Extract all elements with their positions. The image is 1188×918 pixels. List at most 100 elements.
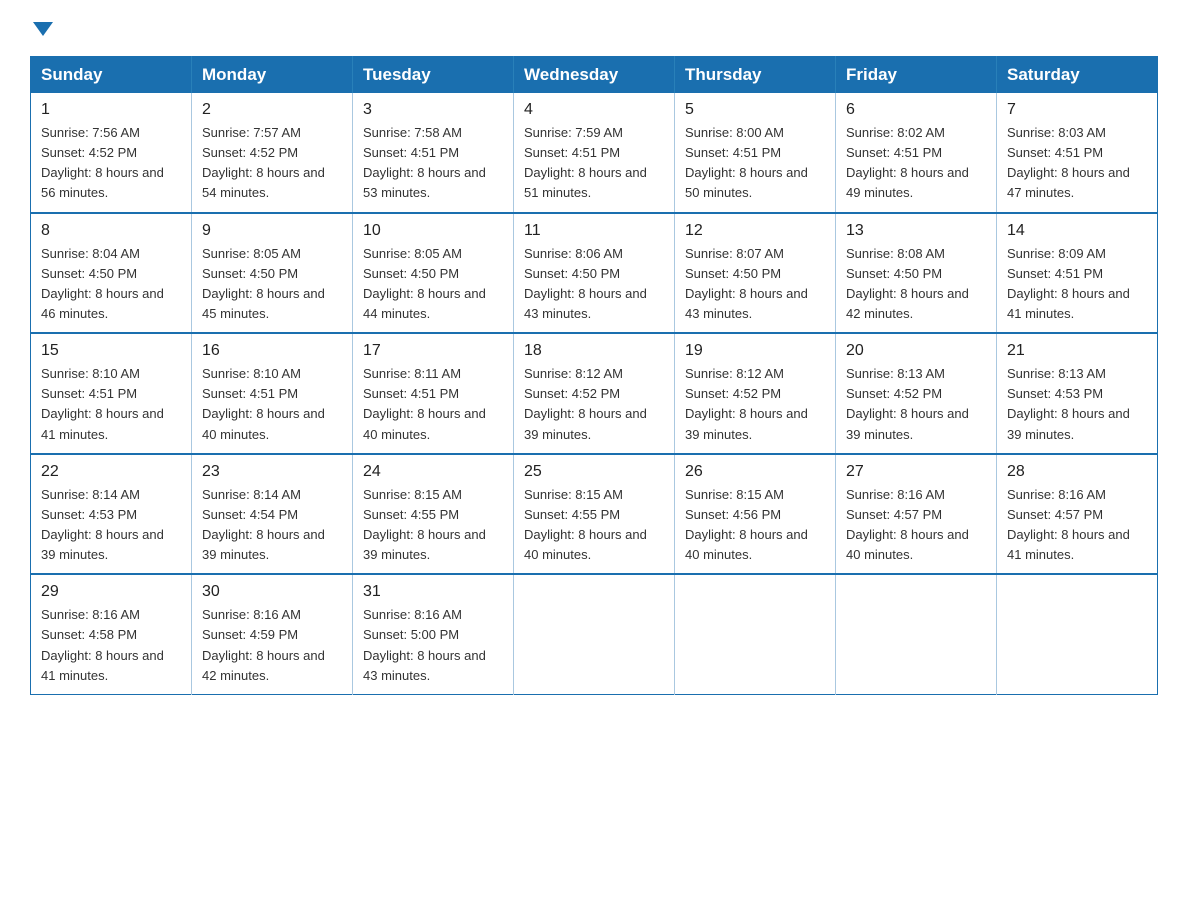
day-info: Sunrise: 8:13 AMSunset: 4:52 PMDaylight:…: [846, 364, 986, 445]
day-info: Sunrise: 8:12 AMSunset: 4:52 PMDaylight:…: [524, 364, 664, 445]
day-number: 22: [41, 463, 181, 481]
day-number: 11: [524, 222, 664, 240]
day-number: 27: [846, 463, 986, 481]
calendar-cell: 29 Sunrise: 8:16 AMSunset: 4:58 PMDaylig…: [31, 574, 192, 694]
day-info: Sunrise: 7:59 AMSunset: 4:51 PMDaylight:…: [524, 123, 664, 204]
logo-triangle-icon: [33, 22, 53, 36]
day-number: 12: [685, 222, 825, 240]
day-info: Sunrise: 8:04 AMSunset: 4:50 PMDaylight:…: [41, 244, 181, 325]
calendar-cell: 3 Sunrise: 7:58 AMSunset: 4:51 PMDayligh…: [353, 93, 514, 213]
day-number: 20: [846, 342, 986, 360]
day-number: 4: [524, 101, 664, 119]
weekday-header-tuesday: Tuesday: [353, 57, 514, 94]
calendar-header-row: SundayMondayTuesdayWednesdayThursdayFrid…: [31, 57, 1158, 94]
day-number: 26: [685, 463, 825, 481]
calendar-cell: 19 Sunrise: 8:12 AMSunset: 4:52 PMDaylig…: [675, 333, 836, 454]
calendar-cell: 27 Sunrise: 8:16 AMSunset: 4:57 PMDaylig…: [836, 454, 997, 575]
calendar-cell: 11 Sunrise: 8:06 AMSunset: 4:50 PMDaylig…: [514, 213, 675, 334]
day-number: 9: [202, 222, 342, 240]
day-info: Sunrise: 8:15 AMSunset: 4:55 PMDaylight:…: [363, 485, 503, 566]
calendar-cell: 20 Sunrise: 8:13 AMSunset: 4:52 PMDaylig…: [836, 333, 997, 454]
calendar-cell: 22 Sunrise: 8:14 AMSunset: 4:53 PMDaylig…: [31, 454, 192, 575]
day-number: 1: [41, 101, 181, 119]
day-number: 15: [41, 342, 181, 360]
calendar-cell: 1 Sunrise: 7:56 AMSunset: 4:52 PMDayligh…: [31, 93, 192, 213]
calendar-cell: 10 Sunrise: 8:05 AMSunset: 4:50 PMDaylig…: [353, 213, 514, 334]
calendar-week-row: 1 Sunrise: 7:56 AMSunset: 4:52 PMDayligh…: [31, 93, 1158, 213]
day-info: Sunrise: 8:10 AMSunset: 4:51 PMDaylight:…: [41, 364, 181, 445]
calendar-cell: 4 Sunrise: 7:59 AMSunset: 4:51 PMDayligh…: [514, 93, 675, 213]
day-info: Sunrise: 8:03 AMSunset: 4:51 PMDaylight:…: [1007, 123, 1147, 204]
weekday-header-sunday: Sunday: [31, 57, 192, 94]
day-number: 3: [363, 101, 503, 119]
day-number: 2: [202, 101, 342, 119]
calendar-cell: 14 Sunrise: 8:09 AMSunset: 4:51 PMDaylig…: [997, 213, 1158, 334]
calendar-cell: 26 Sunrise: 8:15 AMSunset: 4:56 PMDaylig…: [675, 454, 836, 575]
day-number: 14: [1007, 222, 1147, 240]
calendar-cell: 7 Sunrise: 8:03 AMSunset: 4:51 PMDayligh…: [997, 93, 1158, 213]
calendar-cell: 9 Sunrise: 8:05 AMSunset: 4:50 PMDayligh…: [192, 213, 353, 334]
calendar-cell: 6 Sunrise: 8:02 AMSunset: 4:51 PMDayligh…: [836, 93, 997, 213]
calendar-cell: 8 Sunrise: 8:04 AMSunset: 4:50 PMDayligh…: [31, 213, 192, 334]
day-number: 29: [41, 583, 181, 601]
weekday-header-monday: Monday: [192, 57, 353, 94]
day-number: 18: [524, 342, 664, 360]
calendar-cell: 2 Sunrise: 7:57 AMSunset: 4:52 PMDayligh…: [192, 93, 353, 213]
day-number: 10: [363, 222, 503, 240]
calendar-week-row: 15 Sunrise: 8:10 AMSunset: 4:51 PMDaylig…: [31, 333, 1158, 454]
day-info: Sunrise: 7:58 AMSunset: 4:51 PMDaylight:…: [363, 123, 503, 204]
day-info: Sunrise: 7:56 AMSunset: 4:52 PMDaylight:…: [41, 123, 181, 204]
day-info: Sunrise: 8:12 AMSunset: 4:52 PMDaylight:…: [685, 364, 825, 445]
day-info: Sunrise: 8:09 AMSunset: 4:51 PMDaylight:…: [1007, 244, 1147, 325]
day-info: Sunrise: 8:16 AMSunset: 4:59 PMDaylight:…: [202, 605, 342, 686]
calendar-cell: 17 Sunrise: 8:11 AMSunset: 4:51 PMDaylig…: [353, 333, 514, 454]
calendar-cell: [514, 574, 675, 694]
day-number: 28: [1007, 463, 1147, 481]
day-number: 30: [202, 583, 342, 601]
weekday-header-thursday: Thursday: [675, 57, 836, 94]
day-number: 23: [202, 463, 342, 481]
day-info: Sunrise: 8:16 AMSunset: 4:57 PMDaylight:…: [1007, 485, 1147, 566]
calendar-cell: 5 Sunrise: 8:00 AMSunset: 4:51 PMDayligh…: [675, 93, 836, 213]
day-info: Sunrise: 8:16 AMSunset: 5:00 PMDaylight:…: [363, 605, 503, 686]
day-number: 13: [846, 222, 986, 240]
calendar-cell: 23 Sunrise: 8:14 AMSunset: 4:54 PMDaylig…: [192, 454, 353, 575]
calendar-cell: [675, 574, 836, 694]
calendar-cell: 13 Sunrise: 8:08 AMSunset: 4:50 PMDaylig…: [836, 213, 997, 334]
day-info: Sunrise: 7:57 AMSunset: 4:52 PMDaylight:…: [202, 123, 342, 204]
weekday-header-saturday: Saturday: [997, 57, 1158, 94]
day-info: Sunrise: 8:02 AMSunset: 4:51 PMDaylight:…: [846, 123, 986, 204]
day-info: Sunrise: 8:14 AMSunset: 4:53 PMDaylight:…: [41, 485, 181, 566]
day-info: Sunrise: 8:05 AMSunset: 4:50 PMDaylight:…: [202, 244, 342, 325]
calendar-cell: 28 Sunrise: 8:16 AMSunset: 4:57 PMDaylig…: [997, 454, 1158, 575]
calendar-cell: 15 Sunrise: 8:10 AMSunset: 4:51 PMDaylig…: [31, 333, 192, 454]
calendar-cell: 31 Sunrise: 8:16 AMSunset: 5:00 PMDaylig…: [353, 574, 514, 694]
day-number: 5: [685, 101, 825, 119]
calendar-week-row: 8 Sunrise: 8:04 AMSunset: 4:50 PMDayligh…: [31, 213, 1158, 334]
day-number: 19: [685, 342, 825, 360]
calendar-cell: [836, 574, 997, 694]
calendar-cell: 21 Sunrise: 8:13 AMSunset: 4:53 PMDaylig…: [997, 333, 1158, 454]
day-number: 24: [363, 463, 503, 481]
calendar-week-row: 29 Sunrise: 8:16 AMSunset: 4:58 PMDaylig…: [31, 574, 1158, 694]
calendar-cell: 25 Sunrise: 8:15 AMSunset: 4:55 PMDaylig…: [514, 454, 675, 575]
day-info: Sunrise: 8:10 AMSunset: 4:51 PMDaylight:…: [202, 364, 342, 445]
calendar-cell: [997, 574, 1158, 694]
day-number: 31: [363, 583, 503, 601]
calendar-cell: 30 Sunrise: 8:16 AMSunset: 4:59 PMDaylig…: [192, 574, 353, 694]
day-number: 8: [41, 222, 181, 240]
day-info: Sunrise: 8:00 AMSunset: 4:51 PMDaylight:…: [685, 123, 825, 204]
day-info: Sunrise: 8:16 AMSunset: 4:57 PMDaylight:…: [846, 485, 986, 566]
day-info: Sunrise: 8:05 AMSunset: 4:50 PMDaylight:…: [363, 244, 503, 325]
day-info: Sunrise: 8:13 AMSunset: 4:53 PMDaylight:…: [1007, 364, 1147, 445]
calendar-cell: 18 Sunrise: 8:12 AMSunset: 4:52 PMDaylig…: [514, 333, 675, 454]
day-number: 7: [1007, 101, 1147, 119]
day-number: 17: [363, 342, 503, 360]
day-info: Sunrise: 8:08 AMSunset: 4:50 PMDaylight:…: [846, 244, 986, 325]
calendar-cell: 16 Sunrise: 8:10 AMSunset: 4:51 PMDaylig…: [192, 333, 353, 454]
calendar-table: SundayMondayTuesdayWednesdayThursdayFrid…: [30, 56, 1158, 695]
calendar-week-row: 22 Sunrise: 8:14 AMSunset: 4:53 PMDaylig…: [31, 454, 1158, 575]
logo: [30, 24, 53, 38]
day-info: Sunrise: 8:06 AMSunset: 4:50 PMDaylight:…: [524, 244, 664, 325]
day-info: Sunrise: 8:07 AMSunset: 4:50 PMDaylight:…: [685, 244, 825, 325]
